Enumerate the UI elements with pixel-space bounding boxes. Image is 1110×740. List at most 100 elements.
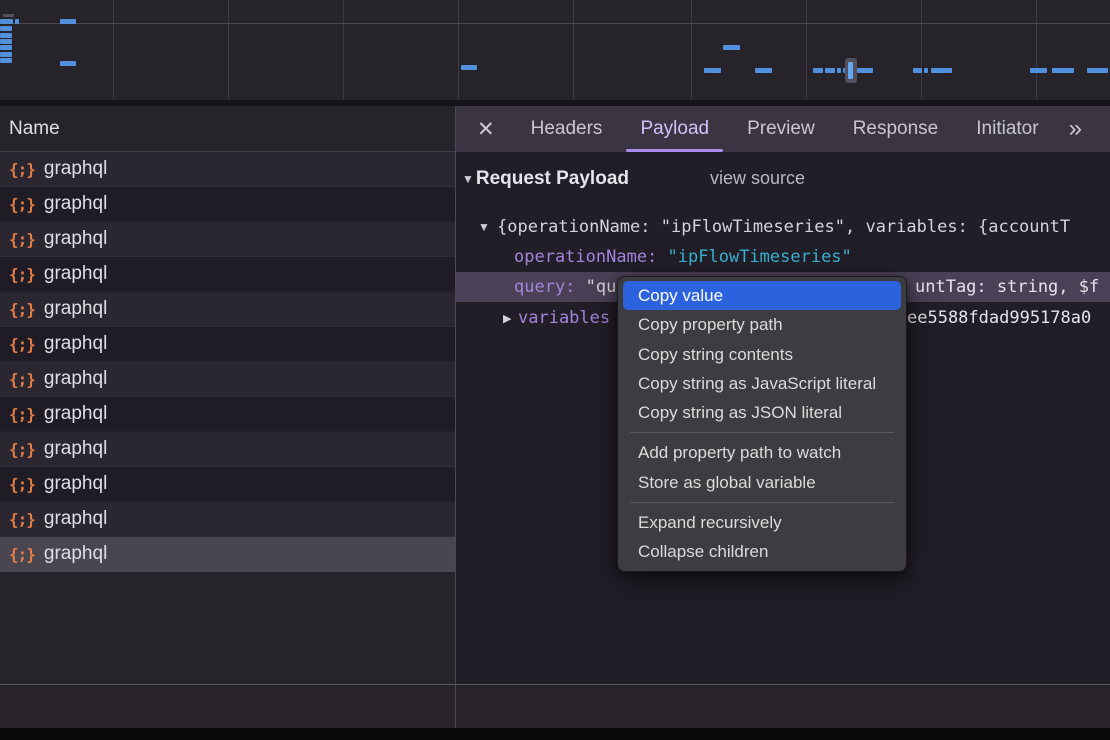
property-value-start: "qu — [575, 277, 616, 297]
request-name: graphql — [44, 158, 107, 180]
request-row[interactable]: {;} graphql — [0, 292, 455, 327]
menu-item-copy-value[interactable]: Copy value — [623, 281, 901, 310]
collapse-triangle-icon[interactable]: ▼ — [462, 172, 474, 186]
request-row[interactable]: {;} graphql — [0, 397, 455, 432]
menu-item-add-property-path-to-watch[interactable]: Add property path to watch — [623, 438, 901, 467]
tab-headers[interactable]: Headers — [529, 106, 605, 152]
request-name: graphql — [44, 368, 107, 390]
json-braces-icon: {;} — [9, 335, 35, 354]
name-column-header[interactable]: Name — [0, 106, 455, 152]
request-row[interactable]: {;} graphql — [0, 537, 455, 572]
timeline-request-bar — [813, 68, 823, 73]
json-braces-icon: {;} — [9, 370, 35, 389]
request-name: graphql — [44, 193, 107, 215]
menu-item-copy-string-contents[interactable]: Copy string contents — [623, 340, 901, 369]
request-row[interactable]: {;}graphql — [0, 327, 455, 362]
request-name: graphql — [44, 508, 107, 530]
payload-row-operationName[interactable]: operationName: "ipFlowTimeseries" — [455, 242, 1110, 272]
request-row[interactable]: {;} graphql — [0, 257, 455, 292]
name-column-label: Name — [9, 118, 60, 139]
json-braces-icon: {;} — [9, 230, 35, 249]
request-name: graphql — [44, 473, 107, 495]
expand-triangle-icon[interactable]: ▶ — [503, 303, 511, 334]
request-name: graphql — [44, 403, 107, 425]
timeline-request-bar — [931, 68, 952, 73]
tab-preview[interactable]: Preview — [745, 106, 817, 152]
request-row[interactable]: {;}graphql — [0, 152, 455, 187]
timeline-gridline — [113, 0, 114, 100]
json-braces-icon: {;} — [9, 265, 35, 284]
timeline-request-bar — [0, 39, 12, 44]
details-tab-bar: ✕ Headers Payload Preview Response Initiator… — [455, 106, 1110, 152]
timeline-request-bar — [0, 45, 12, 50]
menu-item-collapse-children[interactable]: Collapse children — [623, 537, 901, 566]
view-source-link[interactable]: view source — [710, 168, 805, 189]
tab-response[interactable]: Response — [851, 106, 941, 152]
payload-root-row[interactable]: ▼ {operationName: "ipFlowTimeseries", va… — [455, 212, 1110, 242]
summary-footer — [0, 685, 1110, 728]
timeline-request-bar — [60, 19, 76, 24]
property-value-overflow: ee5588fdad995178a0 — [907, 302, 1091, 334]
timeline-gridline — [691, 0, 692, 100]
timeline-request-bar — [15, 19, 19, 24]
menu-item-copy-string-as-javascript-literal[interactable]: Copy string as JavaScript literal — [623, 369, 901, 398]
json-braces-icon: {;} — [9, 440, 35, 459]
request-row[interactable]: {;} graphql — [0, 222, 455, 257]
timeline-gridline — [806, 0, 807, 100]
menu-item-copy-string-as-json-literal[interactable]: Copy string as JSON literal — [623, 398, 901, 427]
timeline-gridline — [228, 0, 229, 100]
json-braces-icon: {;} — [9, 195, 35, 214]
timeline-request-bar — [913, 68, 922, 73]
timeline-request-bar — [837, 68, 841, 73]
request-row[interactable]: {;} graphql — [0, 502, 455, 537]
timeline-request-bar — [924, 68, 928, 73]
network-overview-timeline[interactable] — [0, 0, 1110, 100]
timeline-request-bar — [0, 26, 12, 31]
request-name: graphql — [44, 228, 107, 250]
json-braces-icon: {;} — [9, 510, 35, 529]
menu-item-expand-recursively[interactable]: Expand recursively — [623, 508, 901, 537]
timeline-request-bar — [3, 14, 14, 17]
timeline-request-bar — [723, 45, 740, 50]
request-row[interactable]: {;} graphql — [0, 187, 455, 222]
more-tabs-icon[interactable]: » — [1069, 115, 1080, 143]
timeline-gridline — [1036, 0, 1037, 100]
property-key: operationName: — [514, 247, 657, 267]
tab-payload[interactable]: Payload — [638, 106, 711, 152]
timeline-request-bar — [461, 65, 477, 70]
request-payload-section-header[interactable]: ▼ Request Payload — [462, 166, 629, 192]
request-row[interactable]: {;} graphql — [0, 467, 455, 502]
request-row[interactable]: {;}graphql — [0, 432, 455, 467]
request-name: graphql — [44, 543, 107, 565]
devtools-network-panel: Name {;} graphql {;} graphql {;} graphql {;} gr… — [0, 0, 1110, 740]
timeline-request-bar — [0, 52, 12, 57]
request-row[interactable]: {;} graphql — [0, 362, 455, 397]
section-title: Request Payload — [476, 168, 629, 190]
timeline-gridline — [458, 0, 459, 100]
json-braces-icon: {;} — [9, 475, 35, 494]
menu-item-store-as-global-variable[interactable]: Store as global variable — [623, 468, 901, 497]
close-icon[interactable]: ✕ — [477, 119, 495, 140]
timeline-gridline — [573, 0, 574, 100]
timeline-request-bar — [1030, 68, 1047, 73]
timeline-lane-divider — [0, 23, 1110, 24]
pane-divider[interactable] — [455, 106, 456, 728]
property-value-overflow: untTag: string, $f — [915, 272, 1099, 302]
timeline-request-bar — [0, 19, 13, 24]
json-braces-icon: {;} — [9, 300, 35, 319]
payload-root-preview: {operationName: "ipFlowTimeseries", vari… — [497, 212, 1070, 242]
tab-initiator[interactable]: Initiator — [974, 106, 1040, 152]
request-name: graphql — [44, 263, 107, 285]
request-list-pane: Name {;} graphql {;} graphql {;} graphql {;} gr… — [0, 106, 455, 728]
context-menu: Copy valueCopy property pathCopy string … — [617, 276, 907, 572]
timeline-gridline — [343, 0, 344, 100]
timeline-request-bar — [0, 58, 12, 63]
property-key: query: — [514, 277, 575, 297]
property-value: "ipFlowTimeseries" — [668, 247, 852, 267]
menu-item-copy-property-path[interactable]: Copy property path — [623, 310, 901, 339]
request-name: graphql — [44, 298, 107, 320]
json-braces-icon: {;} — [9, 545, 35, 564]
bottom-bar — [0, 728, 1110, 740]
json-braces-icon: {;} — [9, 405, 35, 424]
collapse-triangle-icon[interactable]: ▼ — [478, 212, 490, 242]
